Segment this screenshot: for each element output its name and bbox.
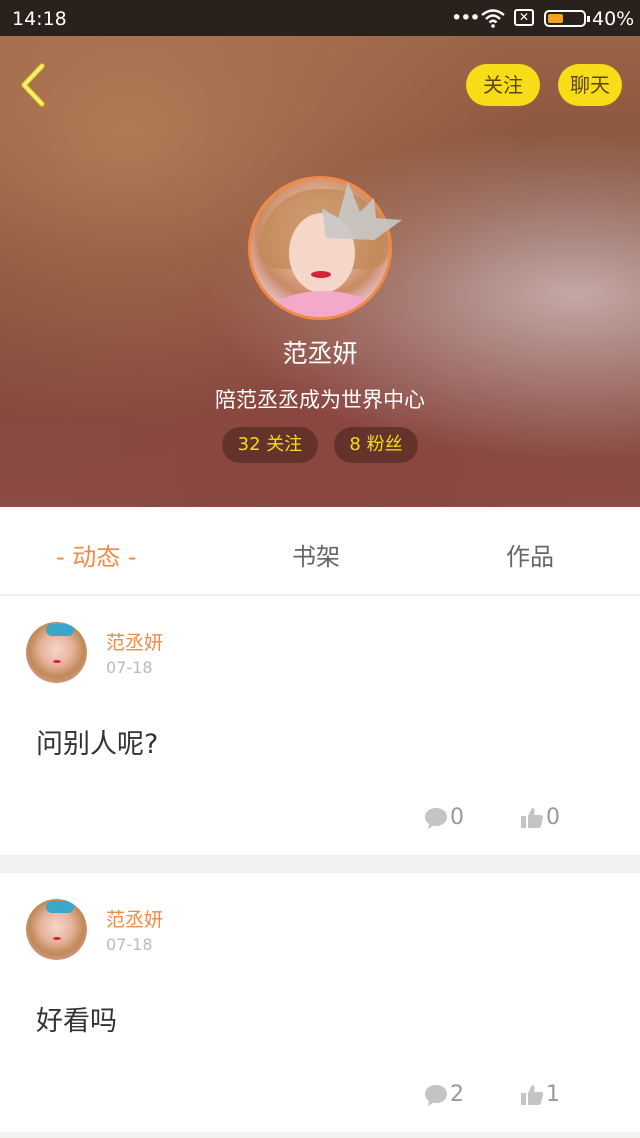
comment-button[interactable]: 2	[424, 1081, 470, 1111]
sim-icon: ✕	[514, 9, 534, 26]
post-date: 07-18	[106, 935, 153, 954]
tab-works[interactable]: 作品	[506, 537, 554, 572]
feed-post[interactable]: 范丞妍 07-18 问别人呢? 0 0	[0, 596, 640, 855]
like-button[interactable]: 1	[520, 1081, 566, 1111]
battery-percent: 40%	[592, 8, 635, 30]
post-text: 好看吗	[36, 1006, 117, 1037]
avatar[interactable]	[26, 899, 87, 960]
profile-signature: 陪范丞丞成为世界中心	[215, 388, 425, 412]
post-author[interactable]: 范丞妍	[106, 628, 163, 655]
avatar[interactable]	[26, 622, 87, 683]
like-count: 0	[546, 805, 560, 830]
comment-count: 2	[450, 1082, 464, 1107]
like-icon	[521, 1085, 544, 1105]
like-icon	[521, 808, 544, 828]
tab-bookshelf[interactable]: 书架	[292, 537, 340, 572]
fans-count[interactable]: 8 粉丝	[334, 427, 418, 463]
post-date: 07-18	[106, 658, 153, 677]
profile-username: 范丞妍	[282, 339, 358, 368]
more-dots-icon: •••	[451, 7, 481, 29]
comment-button[interactable]: 0	[424, 804, 470, 834]
chat-button[interactable]: 聊天	[558, 64, 622, 106]
following-count[interactable]: 32 关注	[222, 427, 318, 463]
back-arrow-icon[interactable]	[14, 60, 58, 110]
profile-header: 关注 聊天 范丞妍 陪范丞丞成为世界中心 32 关注 8 粉丝	[0, 36, 640, 507]
status-time: 14:18	[12, 8, 67, 30]
battery-icon	[544, 10, 590, 27]
comment-icon	[425, 1085, 447, 1106]
comment-count: 0	[450, 805, 464, 830]
post-text: 问别人呢?	[36, 729, 159, 760]
tab-feed[interactable]: - 动态 -	[56, 537, 137, 572]
comment-icon	[425, 808, 447, 829]
wifi-icon	[481, 9, 505, 28]
crown-icon	[322, 182, 402, 240]
like-button[interactable]: 0	[520, 804, 566, 834]
feed-post[interactable]: 范丞妍 07-18 好看吗 2 1	[0, 873, 640, 1132]
post-author[interactable]: 范丞妍	[106, 905, 163, 932]
follow-button[interactable]: 关注	[466, 64, 540, 106]
like-count: 1	[546, 1082, 560, 1107]
status-bar: 14:18 ••• ✕ 40%	[0, 0, 640, 36]
profile-tabs: - 动态 - 书架 作品	[0, 507, 640, 595]
